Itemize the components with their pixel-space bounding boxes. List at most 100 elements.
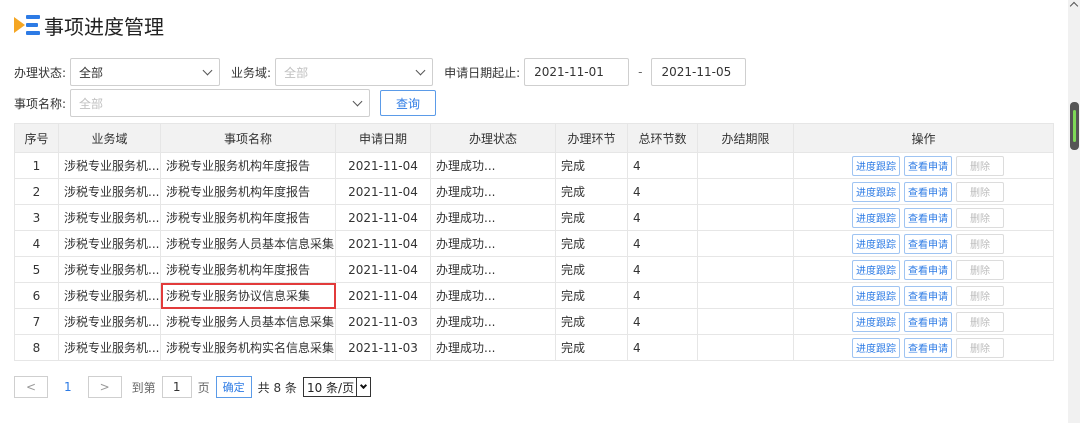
track-progress-button[interactable]: 进度跟踪 [852, 337, 900, 358]
row-deadline [697, 308, 794, 335]
col-header-status: 办理状态 [430, 123, 556, 153]
row-domain: 涉税专业服务机... [58, 308, 161, 335]
col-header-deadline: 办结期限 [697, 123, 794, 153]
row-step: 完成 [555, 204, 628, 231]
table-row: 2 涉税专业服务机... 涉税专业服务机构年度报告 2021-11-04 办理成功...… [14, 178, 1054, 205]
view-application-button[interactable]: 查看申请 [904, 259, 952, 280]
row-no: 4 [14, 230, 59, 257]
col-header-total: 总环节数 [627, 123, 698, 153]
date-end-input[interactable]: 2021-11-05 [651, 58, 747, 86]
scroll-up-icon[interactable] [1069, 1, 1079, 11]
scrollbar-thumb[interactable] [1070, 102, 1079, 150]
delete-button[interactable]: 删除 [956, 311, 1004, 332]
goto-confirm-button[interactable]: 确定 [215, 376, 252, 398]
row-step: 完成 [555, 178, 628, 205]
goto-label: 到第 [131, 380, 156, 395]
table-row: 1 涉税专业服务机... 涉税专业服务机构年度报告 2021-11-04 办理成功...… [14, 152, 1054, 179]
row-step: 完成 [555, 230, 628, 257]
chevron-down-icon [352, 96, 363, 106]
date-range-label: 申请日期起止: [444, 65, 521, 80]
view-application-button[interactable]: 查看申请 [904, 207, 952, 228]
table-row: 5 涉税专业服务机... 涉税专业服务机构年度报告 2021-11-04 办理成功...… [14, 256, 1054, 283]
row-no: 2 [14, 178, 59, 205]
vertical-scrollbar[interactable] [1068, 0, 1080, 423]
col-header-actions: 操作 [793, 123, 1054, 153]
row-deadline [697, 256, 794, 283]
next-page-button[interactable]: > [87, 376, 122, 398]
row-status: 办理成功... [430, 256, 556, 283]
view-application-button[interactable]: 查看申请 [904, 337, 952, 358]
view-application-button[interactable]: 查看申请 [904, 285, 952, 306]
table-header-row: 序号 业务域 事项名称 申请日期 办理状态 办理环节 总环节数 办结期限 操作 [14, 123, 1054, 153]
goto-page-input[interactable]: 1 [161, 376, 192, 398]
date-range-separator: - [638, 65, 643, 79]
row-date: 2021-11-04 [335, 178, 431, 205]
domain-select-placeholder: 全部 [284, 65, 309, 80]
page-size-select[interactable]: 10 条/页 [302, 377, 372, 397]
row-date: 2021-11-04 [335, 230, 431, 257]
track-progress-button[interactable]: 进度跟踪 [852, 155, 900, 176]
row-actions: 进度跟踪 查看申请 删除 [793, 204, 1054, 231]
row-deadline [697, 178, 794, 205]
date-start-input[interactable]: 2021-11-01 [524, 58, 630, 86]
row-domain: 涉税专业服务机... [58, 282, 161, 309]
row-deadline [697, 204, 794, 231]
track-progress-button[interactable]: 进度跟踪 [852, 259, 900, 280]
list-progress-icon [14, 12, 40, 38]
row-actions: 进度跟踪 查看申请 删除 [793, 230, 1054, 257]
item-name-select[interactable]: 全部 [70, 89, 371, 117]
delete-button[interactable]: 删除 [956, 207, 1004, 228]
view-application-button[interactable]: 查看申请 [904, 311, 952, 332]
row-item-name: 涉税专业服务机构实名信息采集 [160, 334, 336, 361]
row-status: 办理成功... [430, 308, 556, 335]
status-select[interactable]: 全部 [70, 58, 221, 86]
track-progress-button[interactable]: 进度跟踪 [852, 285, 900, 306]
row-domain: 涉税专业服务机... [58, 256, 161, 283]
row-deadline [697, 282, 794, 309]
progress-table: 序号 业务域 事项名称 申请日期 办理状态 办理环节 总环节数 办结期限 操作 … [14, 123, 1054, 361]
track-progress-button[interactable]: 进度跟踪 [852, 233, 900, 254]
row-status: 办理成功... [430, 334, 556, 361]
page-title: 事项进度管理 [44, 14, 164, 39]
delete-button[interactable]: 删除 [956, 259, 1004, 280]
row-total-steps: 4 [627, 334, 698, 361]
delete-button[interactable]: 删除 [956, 285, 1004, 306]
view-application-button[interactable]: 查看申请 [904, 233, 952, 254]
row-actions: 进度跟踪 查看申请 删除 [793, 178, 1054, 205]
delete-button[interactable]: 删除 [956, 181, 1004, 202]
domain-select[interactable]: 全部 [275, 58, 434, 86]
track-progress-button[interactable]: 进度跟踪 [852, 207, 900, 228]
row-date: 2021-11-03 [335, 334, 431, 361]
row-step: 完成 [555, 256, 628, 283]
view-application-button[interactable]: 查看申请 [904, 155, 952, 176]
delete-button[interactable]: 删除 [956, 155, 1004, 176]
delete-button[interactable]: 删除 [956, 233, 1004, 254]
pagination: < 1 > 到第 1 页 确定 共 8 条 10 条/页 [14, 376, 372, 398]
table-row: 4 涉税专业服务机... 涉税专业服务人员基本信息采集 2021-11-04 办理成功.… [14, 230, 1054, 257]
view-application-button[interactable]: 查看申请 [904, 181, 952, 202]
domain-label: 业务域: [231, 65, 272, 80]
row-no: 3 [14, 204, 59, 231]
delete-button[interactable]: 删除 [956, 337, 1004, 358]
row-no: 6 [14, 282, 59, 309]
row-total-steps: 4 [627, 178, 698, 205]
prev-page-button[interactable]: < [14, 376, 48, 398]
track-progress-button[interactable]: 进度跟踪 [852, 181, 900, 202]
table-row: 3 涉税专业服务机... 涉税专业服务机构年度报告 2021-11-04 办理成功...… [14, 204, 1054, 231]
page-size-value: 10 条/页 [306, 380, 355, 395]
status-label: 办理状态: [14, 65, 67, 80]
row-deadline [697, 152, 794, 179]
row-date: 2021-11-04 [335, 256, 431, 283]
page-number-1[interactable]: 1 [64, 380, 72, 394]
row-date: 2021-11-04 [335, 204, 431, 231]
query-button[interactable]: 查询 [380, 90, 437, 116]
row-domain: 涉税专业服务机... [58, 334, 161, 361]
item-name-label: 事项名称: [14, 96, 67, 111]
track-progress-button[interactable]: 进度跟踪 [852, 311, 900, 332]
col-header-name: 事项名称 [160, 123, 336, 153]
table-row: 8 涉税专业服务机... 涉税专业服务机构实名信息采集 2021-11-03 办理成功.… [14, 334, 1054, 361]
row-date: 2021-11-04 [335, 152, 431, 179]
status-select-value: 全部 [79, 65, 104, 80]
row-actions: 进度跟踪 查看申请 删除 [793, 282, 1054, 309]
row-actions: 进度跟踪 查看申请 删除 [793, 256, 1054, 283]
